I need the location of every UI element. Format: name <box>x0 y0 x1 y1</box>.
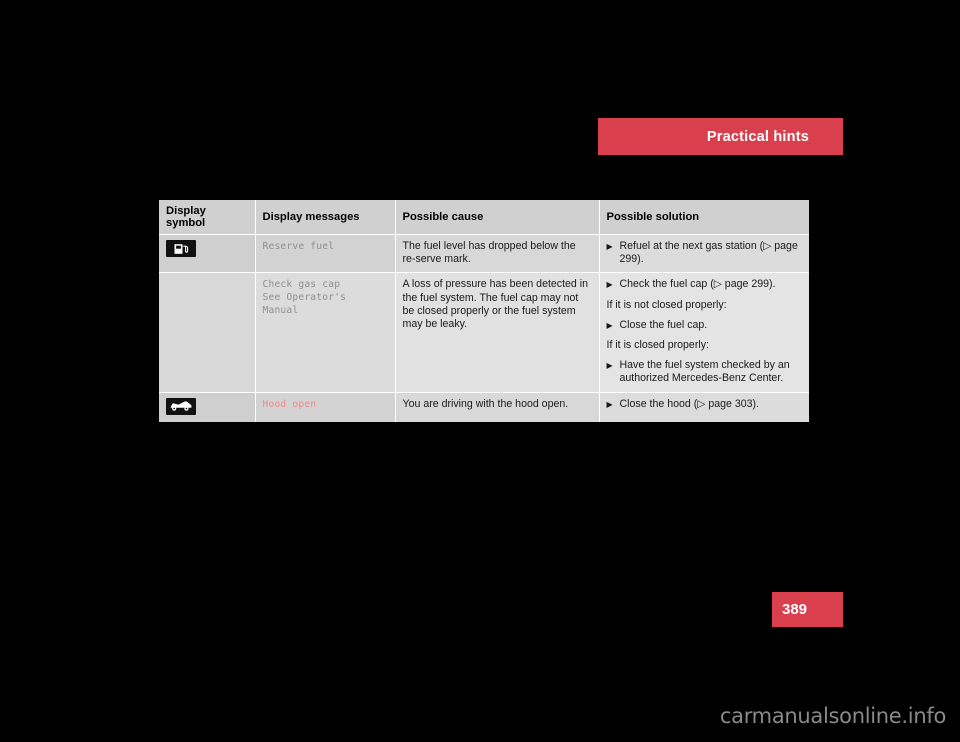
solution-bullet-item: ▶ Check the fuel cap (▷ page 299). <box>607 278 803 291</box>
solution-list: ▶ Refuel at the next gas station (▷ page… <box>607 240 803 266</box>
column-header-display-symbol: Display symbol <box>159 200 256 235</box>
solution-bullet-item: ▶ Close the hood (▷ page 303). <box>607 398 803 411</box>
triangle-bullet-icon: ▶ <box>606 361 613 371</box>
solution-note: If it is closed properly: <box>606 339 709 352</box>
triangle-bullet-icon: ▶ <box>606 280 613 290</box>
display-message-text: Hood open <box>262 398 317 410</box>
table-header-row: Display symbol Display messages Possible… <box>159 200 809 235</box>
column-header-display-messages: Display messages <box>255 200 396 235</box>
fuel-pump-icon <box>166 240 196 257</box>
cell-display-symbol <box>159 233 256 273</box>
column-header-possible-solution: Possible solution <box>599 200 809 235</box>
solution-text: Close the hood (▷ page 303). <box>619 397 759 410</box>
cell-possible-cause: A loss of pressure has been detected in … <box>395 272 600 393</box>
cell-possible-solution: ▶ Refuel at the next gas station (▷ page… <box>599 233 809 273</box>
page-number-tab: 389 <box>772 592 843 627</box>
cell-possible-cause: You are driving with the hood open. <box>395 391 600 423</box>
display-message-text: Reserve fuel <box>262 241 335 252</box>
solution-note: If it is not closed properly: <box>606 298 727 311</box>
cell-display-message: Hood open <box>255 391 396 423</box>
cell-display-symbol <box>159 391 256 423</box>
solution-list: ▶ Check the fuel cap (▷ page 299). If it… <box>607 278 803 385</box>
solution-bullet-item: ▶ Close the fuel cap. <box>607 319 803 332</box>
cell-display-message: Check gas cap See Operator's Manual <box>255 272 396 393</box>
site-watermark: carmanualsonline.info <box>719 704 946 728</box>
cell-display-symbol <box>159 272 256 393</box>
cell-possible-solution: ▶ Check the fuel cap (▷ page 299). If it… <box>599 272 809 393</box>
solution-text: Close the fuel cap. <box>619 318 708 331</box>
table-row: Hood open You are driving with the hood … <box>159 391 809 423</box>
solution-text: Have the fuel system checked by an autho… <box>619 359 790 385</box>
chapter-title: Practical hints <box>706 128 809 145</box>
solution-text: Refuel at the next gas station (▷ page 2… <box>619 240 798 266</box>
solution-bullet-item: ▶ Have the fuel system checked by an aut… <box>607 359 803 385</box>
triangle-bullet-icon: ▶ <box>606 242 613 251</box>
page-number: 389 <box>782 601 808 618</box>
solution-text: Check the fuel cap (▷ page 299). <box>619 278 776 291</box>
triangle-bullet-icon: ▶ <box>606 320 613 330</box>
column-header-possible-cause: Possible cause <box>395 200 600 235</box>
cell-possible-cause: The fuel level has dropped below the re-… <box>395 233 600 273</box>
solution-list: ▶ Close the hood (▷ page 303). <box>607 398 803 411</box>
cell-display-message: Reserve fuel <box>255 233 396 273</box>
table-row: Reserve fuel The fuel level has dropped … <box>159 233 809 273</box>
display-message-text: Check gas cap See Operator's Manual <box>262 279 347 317</box>
display-messages-table: Display symbol Display messages Possible… <box>159 200 809 423</box>
practical-hints-banner: Practical hints <box>598 118 843 155</box>
solution-bullet-item: ▶ Refuel at the next gas station (▷ page… <box>607 240 803 266</box>
triangle-bullet-icon: ▶ <box>606 399 613 409</box>
hood-open-icon <box>166 397 196 415</box>
table-row: Check gas cap See Operator's Manual A lo… <box>159 272 809 393</box>
cell-possible-solution: ▶ Close the hood (▷ page 303). <box>599 391 809 423</box>
